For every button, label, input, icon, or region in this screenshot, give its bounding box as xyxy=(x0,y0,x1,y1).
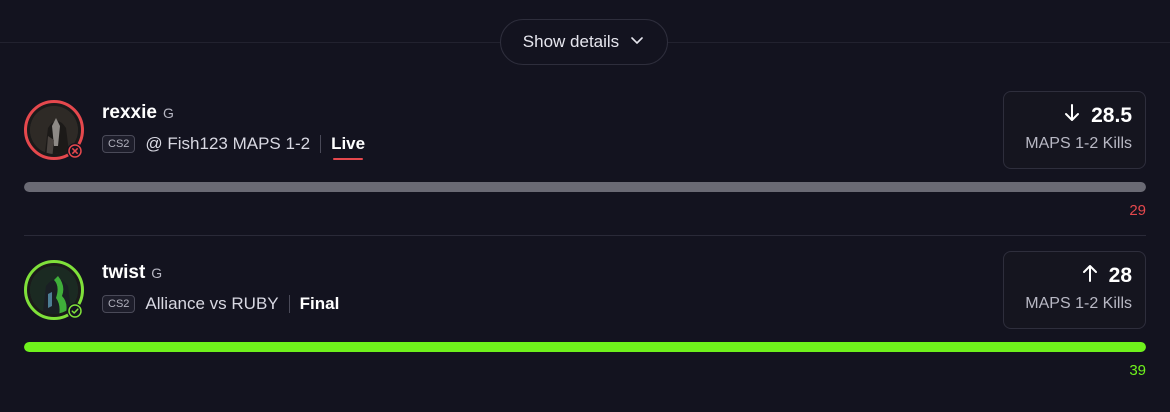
player-avatar xyxy=(24,100,84,160)
matchup-text: Alliance vs RUBY xyxy=(145,294,279,313)
match-meta: CS2 @ Fish123 MAPS 1-2 Live xyxy=(102,134,366,160)
lost-status-icon xyxy=(67,143,83,159)
player-avatar xyxy=(24,260,84,320)
projection-line-box[interactable]: 28 MAPS 1-2 Kills xyxy=(1003,251,1146,329)
arrow-up-icon xyxy=(1081,263,1099,289)
match-status: Final xyxy=(299,294,340,313)
player-name: rexxie xyxy=(102,102,157,123)
stat-label: MAPS 1-2 Kills xyxy=(1025,135,1132,152)
show-details-button[interactable]: Show details xyxy=(500,19,668,65)
player-name: twist xyxy=(102,262,146,283)
actual-value: 29 xyxy=(1129,202,1146,219)
meta-separator xyxy=(320,135,322,153)
progress-track xyxy=(24,182,1146,192)
progress-fill xyxy=(24,342,1146,352)
row-divider xyxy=(24,235,1146,236)
game-badge: CS2 xyxy=(102,295,136,313)
line-value: 28 xyxy=(1108,264,1132,287)
projection-row: twist G CS2 Alliance vs RUBY Final 28 MAP… xyxy=(0,248,1170,398)
chevron-down-icon xyxy=(629,32,645,53)
projection-line-box[interactable]: 28.5 MAPS 1-2 Kills xyxy=(1003,91,1146,169)
pick-results-panel: Show details rexxie G CS2 @ Fish123 MAPS… xyxy=(0,0,1170,412)
player-position: G xyxy=(162,105,174,121)
arrow-down-icon xyxy=(1063,103,1081,129)
line-value-row: 28.5 xyxy=(1004,103,1132,129)
stat-label: MAPS 1-2 Kills xyxy=(1025,295,1132,312)
progress-track xyxy=(24,342,1146,352)
show-details-label: Show details xyxy=(522,32,620,51)
projection-row: rexxie G CS2 @ Fish123 MAPS 1-2 Live 28.5… xyxy=(0,88,1170,238)
meta-separator xyxy=(288,295,290,313)
player-name-row: rexxie G xyxy=(102,102,174,124)
actual-value: 39 xyxy=(1129,362,1146,379)
player-name-row: twist G xyxy=(102,262,162,284)
won-status-icon xyxy=(67,303,83,319)
match-meta: CS2 Alliance vs RUBY Final xyxy=(102,294,339,314)
line-value: 28.5 xyxy=(1091,104,1132,127)
progress-fill xyxy=(24,182,1146,192)
line-value-row: 28 xyxy=(1004,263,1132,289)
player-position: G xyxy=(151,265,163,281)
match-status: Live xyxy=(331,134,366,160)
game-badge: CS2 xyxy=(102,135,136,153)
matchup-text: @ Fish123 MAPS 1-2 xyxy=(145,134,311,153)
